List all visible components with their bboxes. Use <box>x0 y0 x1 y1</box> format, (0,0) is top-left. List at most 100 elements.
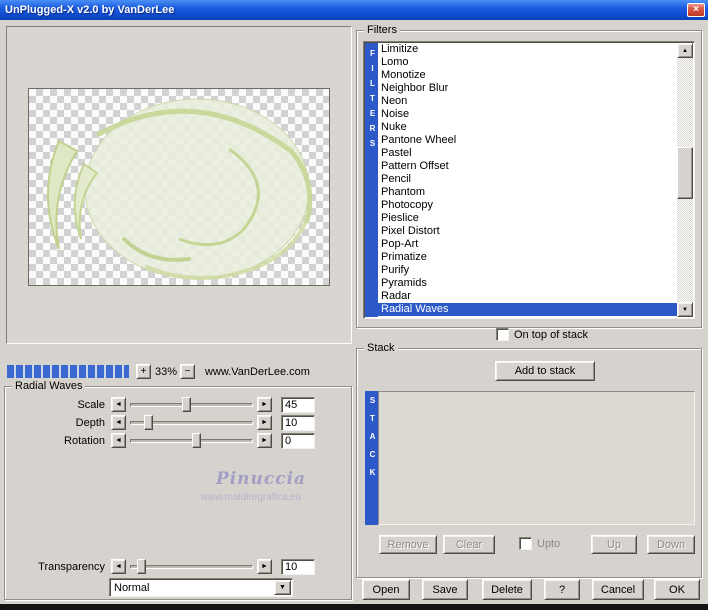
depth-value-field[interactable]: 10 <box>281 415 315 431</box>
filter-item[interactable]: Primatize <box>378 251 677 264</box>
filter-item[interactable]: Radiale <box>378 316 677 317</box>
filter-item[interactable]: Pastel <box>378 147 677 160</box>
close-button[interactable]: × <box>687 3 705 17</box>
transparency-value-field[interactable]: 10 <box>281 559 315 575</box>
params-group-title: Radial Waves <box>12 380 85 392</box>
filters-scrollbar[interactable]: ▲ ▼ <box>677 43 693 317</box>
filters-group-title: Filters <box>364 24 400 36</box>
clear-button[interactable]: Clear <box>443 535 495 554</box>
zoom-in-button[interactable]: + <box>136 364 151 379</box>
transparency-slider-thumb[interactable] <box>137 559 146 574</box>
rotation-slider-thumb[interactable] <box>192 433 201 448</box>
on-top-of-stack-label: On top of stack <box>514 329 588 341</box>
filter-item[interactable]: Monotize <box>378 69 677 82</box>
progress-fill <box>7 365 129 378</box>
filters-list: LimitizeLomoMonotizeNeighbor BlurNeonNoi… <box>378 43 677 317</box>
zoom-out-button[interactable]: − <box>180 364 195 379</box>
scale-increment-button[interactable]: ► <box>257 397 272 412</box>
preview-image[interactable] <box>28 88 330 286</box>
upto-checkbox[interactable] <box>519 537 532 550</box>
cancel-button[interactable]: Cancel <box>592 579 644 600</box>
blend-mode-dropdown[interactable]: Normal ▼ <box>109 578 293 597</box>
stack-vertical-banner: STACK <box>365 391 378 525</box>
chevron-down-icon: ▼ <box>279 584 286 591</box>
filter-item[interactable]: Neon <box>378 95 677 108</box>
scroll-down-button[interactable]: ▼ <box>677 302 693 317</box>
rotation-slider-track[interactable] <box>129 433 254 448</box>
filter-item[interactable]: Radar <box>378 290 677 303</box>
vendor-website-text: www.VanDerLee.com <box>205 366 310 378</box>
preview-panel <box>6 26 352 344</box>
filter-item[interactable]: Lomo <box>378 56 677 69</box>
filter-item[interactable]: Pantone Wheel <box>378 134 677 147</box>
dropdown-button[interactable]: ▼ <box>274 580 291 595</box>
help-button[interactable]: ? <box>544 579 580 600</box>
stack-list-area[interactable] <box>378 391 695 525</box>
filter-params-group: Radial Waves Scale ◄ ► 45 Depth ◄ ► 10 R… <box>4 386 352 600</box>
scale-row: Scale ◄ ► 45 <box>5 397 351 413</box>
plus-icon: + <box>141 366 147 377</box>
scroll-up-button[interactable]: ▲ <box>677 43 693 58</box>
depth-label: Depth <box>5 417 105 429</box>
stack-group: Stack Add to stack STACK Remove Clear Up… <box>356 348 702 578</box>
add-to-stack-button[interactable]: Add to stack <box>495 361 595 381</box>
filter-item[interactable]: Pencil <box>378 173 677 186</box>
transparency-row: Transparency ◄ ► 10 <box>5 559 351 575</box>
scale-value-field[interactable]: 45 <box>281 397 315 413</box>
title-bar[interactable]: UnPlugged-X v2.0 by VanDerLee × <box>0 0 708 20</box>
arrow-right-icon: ► <box>261 419 268 426</box>
minus-icon: − <box>185 366 191 377</box>
filter-item[interactable]: Noise <box>378 108 677 121</box>
filters-group: Filters FILTERS LimitizeLomoMonotizeNeig… <box>356 30 702 328</box>
open-button[interactable]: Open <box>362 579 410 600</box>
filter-item[interactable]: Neighbor Blur <box>378 82 677 95</box>
filter-item[interactable]: Photocopy <box>378 199 677 212</box>
on-top-of-stack-row: On top of stack <box>496 328 588 341</box>
stack-vertical-text: STACK <box>367 396 378 486</box>
delete-button[interactable]: Delete <box>482 579 532 600</box>
transparency-label: Transparency <box>5 561 105 573</box>
save-button[interactable]: Save <box>422 579 468 600</box>
filter-item[interactable]: Pixel Distort <box>378 225 677 238</box>
filter-item[interactable]: Limitize <box>378 43 677 56</box>
scale-label: Scale <box>5 399 105 411</box>
depth-slider-thumb[interactable] <box>144 415 153 430</box>
scale-slider-thumb[interactable] <box>182 397 191 412</box>
close-icon: × <box>693 5 699 15</box>
depth-decrement-button[interactable]: ◄ <box>111 415 126 430</box>
rotation-row: Rotation ◄ ► 0 <box>5 433 351 449</box>
filter-item[interactable]: Pattern Offset <box>378 160 677 173</box>
ok-button[interactable]: OK <box>654 579 700 600</box>
arrow-left-icon: ◄ <box>115 563 122 570</box>
filter-item[interactable]: Pop-Art <box>378 238 677 251</box>
depth-slider-track[interactable] <box>129 415 254 430</box>
swirl-graphic <box>29 89 329 285</box>
rotation-increment-button[interactable]: ► <box>257 433 272 448</box>
filter-item[interactable]: Pyramids <box>378 277 677 290</box>
scrollbar-thumb[interactable] <box>677 147 693 199</box>
rotation-decrement-button[interactable]: ◄ <box>111 433 126 448</box>
filter-item[interactable]: Radial Waves <box>378 303 677 316</box>
filter-item[interactable]: Nuke <box>378 121 677 134</box>
depth-increment-button[interactable]: ► <box>257 415 272 430</box>
arrow-left-icon: ◄ <box>115 437 122 444</box>
transparency-decrement-button[interactable]: ◄ <box>111 559 126 574</box>
rotation-value-field[interactable]: 0 <box>281 433 315 449</box>
transparency-increment-button[interactable]: ► <box>257 559 272 574</box>
filters-vertical-banner: FILTERS <box>365 43 378 317</box>
down-button[interactable]: Down <box>647 535 695 554</box>
watermark-url: www.maidiregrafica.eu <box>151 492 351 503</box>
progress-bar <box>6 364 130 379</box>
filters-vertical-text: FILTERS <box>367 49 378 154</box>
filter-item[interactable]: Purify <box>378 264 677 277</box>
scale-decrement-button[interactable]: ◄ <box>111 397 126 412</box>
filter-item[interactable]: Pieslice <box>378 212 677 225</box>
filter-item[interactable]: Phantom <box>378 186 677 199</box>
arrow-up-icon: ▲ <box>682 48 688 54</box>
scale-slider-track[interactable] <box>129 397 254 412</box>
transparency-slider-track[interactable] <box>129 559 254 574</box>
on-top-of-stack-checkbox[interactable] <box>496 328 509 341</box>
remove-button[interactable]: Remove <box>379 535 437 554</box>
up-button[interactable]: Up <box>591 535 637 554</box>
arrow-left-icon: ◄ <box>115 401 122 408</box>
